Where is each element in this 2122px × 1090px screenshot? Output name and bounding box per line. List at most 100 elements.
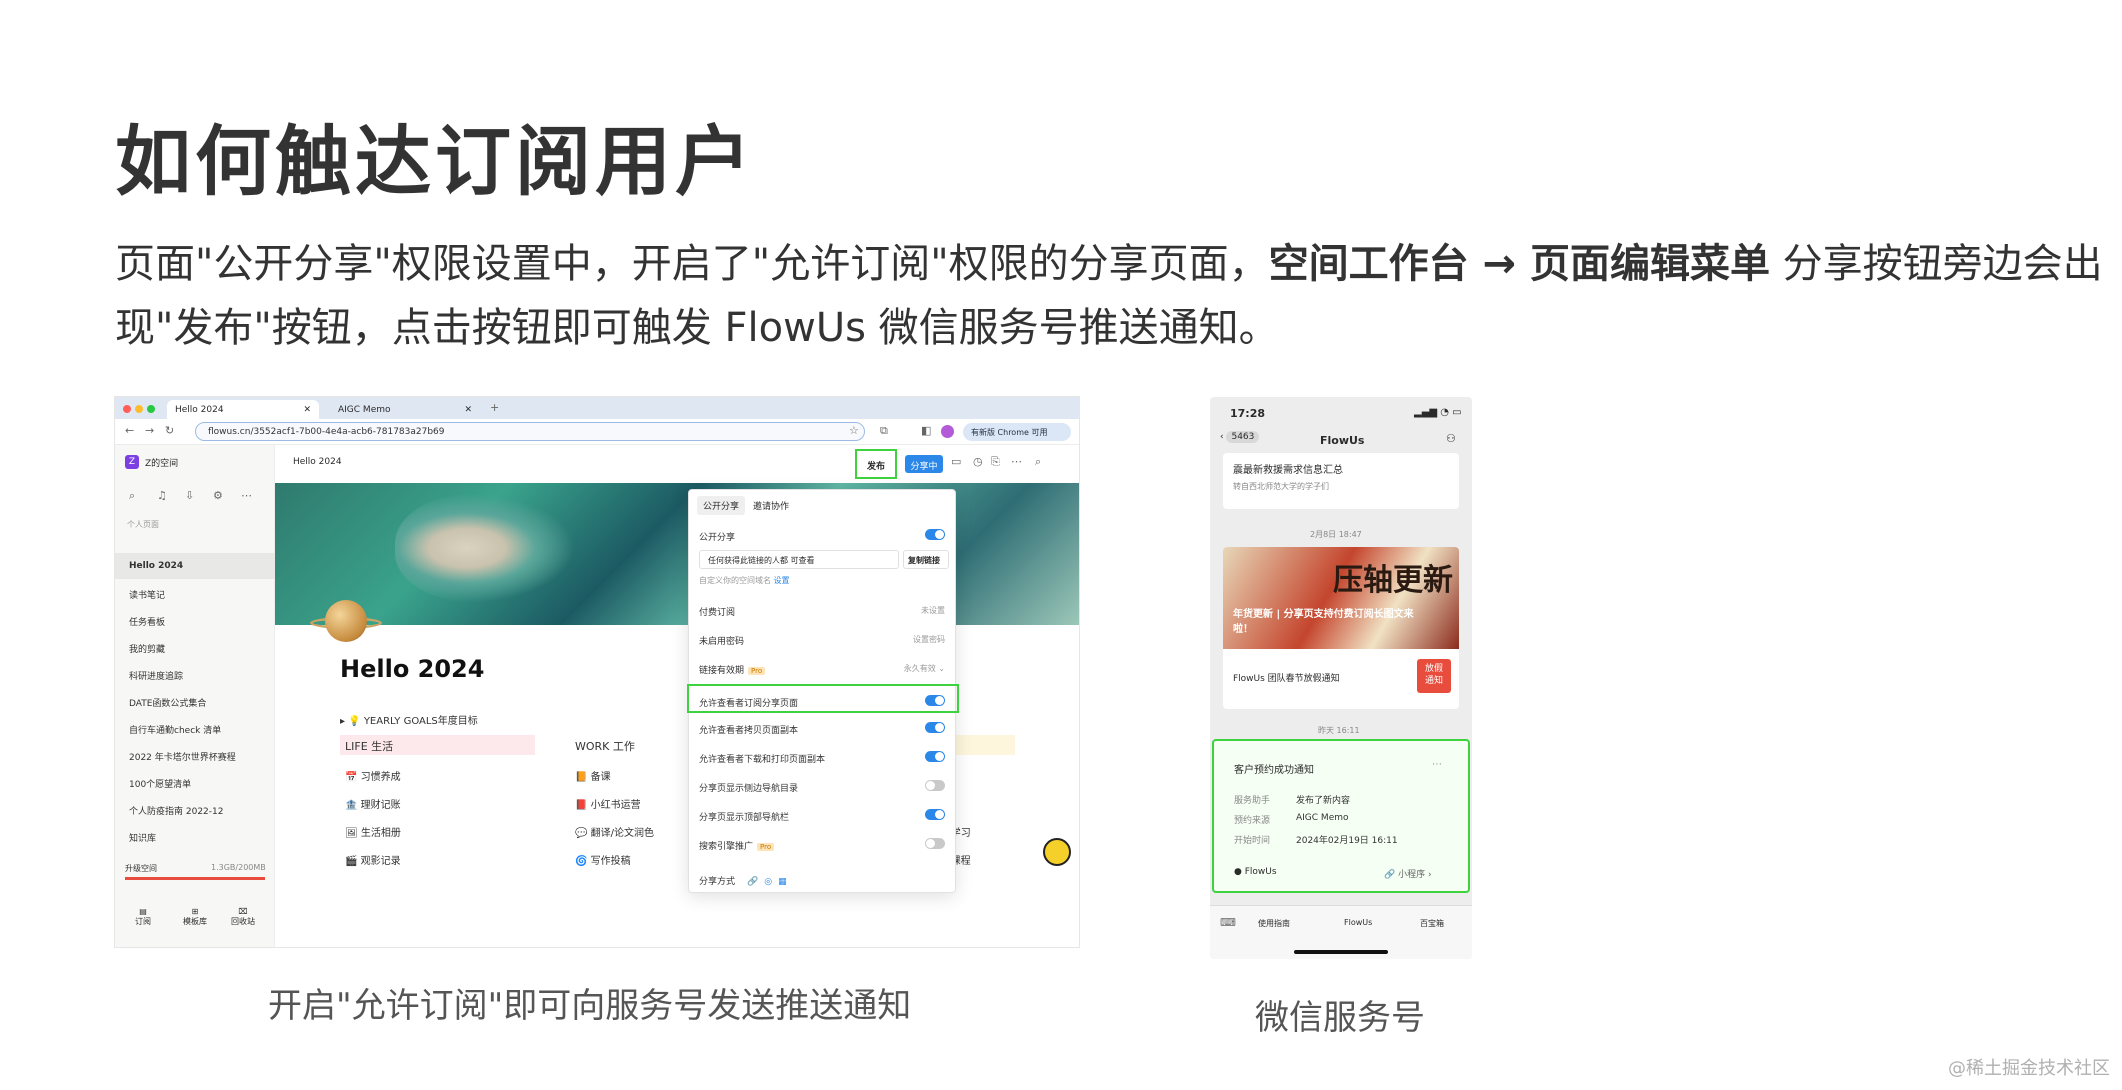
more-icon[interactable]: ⋯	[241, 489, 252, 502]
comment-icon[interactable]: ▭	[951, 455, 961, 468]
template-nav[interactable]: ⊞ 模板库	[183, 907, 207, 927]
tab-aigc[interactable]: AIGC Memo ✕	[330, 400, 480, 419]
search-icon[interactable]: ⌕	[129, 489, 135, 503]
popup-setting-row[interactable]: 付费订阅 未设置	[689, 595, 957, 624]
article-card[interactable]: 震最新救援需求信息汇总 转自西北师范大学的学子们	[1223, 453, 1459, 509]
sidebar-item[interactable]: 知识库	[115, 823, 275, 849]
workspace-name[interactable]: Z的空间	[145, 456, 178, 469]
reload-icon[interactable]: ↻	[165, 424, 174, 437]
popup-toggle-row[interactable]: 搜索引擎推广 Pro	[689, 829, 957, 858]
sidebar-item[interactable]: Hello 2024	[115, 553, 275, 579]
list-item[interactable]: 🎬 观影记录	[345, 852, 401, 867]
sidebar-item[interactable]: 2022 年卡塔尔世界杯赛程	[115, 742, 275, 768]
forward-icon[interactable]: →	[145, 424, 154, 437]
extensions-icon[interactable]: ⧉	[880, 424, 888, 438]
chrome-update-button[interactable]: 有新版 Chrome 可用	[963, 423, 1071, 441]
list-item[interactable]: 📅 习惯养成	[345, 768, 401, 783]
toggle-switch[interactable]	[925, 838, 945, 849]
star-icon[interactable]: ☆	[849, 424, 859, 437]
close-icon[interactable]: ✕	[464, 405, 472, 415]
sidebar-item[interactable]: DATE函数公式集合	[115, 688, 275, 714]
close-icon[interactable]: ✕	[303, 405, 311, 415]
list-item[interactable]: 💬 翻译/论文润色	[575, 824, 654, 839]
tab-label: AIGC Memo	[338, 405, 391, 415]
sidebar-item[interactable]: 科研进度追踪	[115, 661, 275, 687]
bookmark-icon[interactable]: ⎘	[991, 455, 1000, 469]
page-title[interactable]: Hello 2024	[340, 655, 484, 683]
popup-setting-row[interactable]: 未启用密码 设置密码	[689, 624, 957, 653]
qrcode-icon[interactable]: ▦	[778, 877, 787, 887]
popup-toggle-row[interactable]: 允许查看者订阅分享页面	[687, 684, 959, 713]
popup-setting-row[interactable]: 链接有效期 Pro 永久有效 ⌄	[689, 653, 957, 682]
custom-domain-link[interactable]: 设置	[774, 576, 790, 585]
planet-icon[interactable]	[325, 600, 367, 642]
publish-button[interactable]: 发布	[855, 449, 897, 479]
keyboard-icon[interactable]: ⌨	[1220, 916, 1236, 929]
breadcrumb[interactable]: Hello 2024	[293, 457, 342, 467]
popup-toggle-row[interactable]: 分享页显示侧边导航目录	[689, 771, 957, 800]
back-icon[interactable]: ←	[125, 424, 134, 437]
minimize-dot-icon[interactable]	[135, 405, 143, 413]
sidepanel-icon[interactable]: ◧	[921, 424, 931, 437]
new-tab-icon[interactable]: +	[490, 401, 499, 414]
maximize-dot-icon[interactable]	[147, 405, 155, 413]
toggle-switch[interactable]	[925, 722, 945, 733]
access-select[interactable]: 任何获得此链接的人都 可查看	[699, 550, 899, 569]
more-icon[interactable]: ⋯	[1432, 759, 1442, 770]
tab-invite[interactable]: 邀请协作	[753, 499, 789, 512]
popup-toggle-row[interactable]: 允许查看者拷贝页面副本	[689, 713, 957, 742]
web-icon[interactable]: ◎	[764, 877, 772, 887]
list-item[interactable]: 🏦 理财记账	[345, 796, 401, 811]
close-dot-icon[interactable]	[123, 405, 131, 413]
toggle-switch[interactable]	[925, 695, 945, 706]
address-input[interactable]: flowus.cn/3552acf1-7b00-4e4a-acb6-781783…	[195, 422, 865, 441]
link-icon[interactable]: 🔗	[747, 877, 758, 887]
tab-hello[interactable]: Hello 2024 ✕	[167, 400, 319, 419]
toggle-yearly[interactable]: ▸ 💡 YEARLY GOALS年度目标	[340, 712, 478, 727]
miniapp-link[interactable]: 🔗 小程序 ›	[1384, 867, 1432, 880]
gear-icon[interactable]: ⚙	[213, 489, 223, 502]
banner-big-text: 压轴更新	[1333, 563, 1453, 598]
notice-key: 预约来源	[1234, 816, 1271, 826]
menu-item[interactable]: 使用指南	[1258, 918, 1290, 929]
list-item[interactable]: 📙 备课	[575, 768, 611, 783]
public-share-toggle[interactable]	[925, 529, 945, 540]
article-card-banner[interactable]: 压轴更新 年货更新 | 分享页支持付费订阅长图文来啦！ FlowUs 团队春节放…	[1223, 547, 1459, 709]
list-item[interactable]: 🌀 写作投稿	[575, 852, 631, 867]
trash-nav[interactable]: ⌧ 回收站	[231, 907, 255, 927]
history-icon[interactable]: ◷	[973, 455, 983, 468]
sharing-button[interactable]: 分享中	[905, 455, 943, 473]
popup-toggle-row[interactable]: 分享页显示顶部导航栏	[689, 800, 957, 829]
subscribe-nav[interactable]: ▤ 订阅	[135, 907, 151, 927]
storage-label[interactable]: 升级空间	[125, 863, 157, 874]
back-button[interactable]: ‹ 5463	[1220, 431, 1260, 443]
sidebar-item[interactable]: 我的剪藏	[115, 634, 275, 660]
avatar[interactable]	[941, 425, 954, 438]
import-icon[interactable]: ⇩	[185, 489, 194, 502]
timestamp: 昨天 16:11	[1318, 726, 1360, 735]
menu-item[interactable]: FlowUs	[1344, 918, 1372, 927]
tab-label: Hello 2024	[175, 405, 224, 415]
toggle-switch[interactable]	[925, 780, 945, 791]
toggle-switch[interactable]	[925, 751, 945, 762]
list-item[interactable]: 📕 小红书运营	[575, 796, 641, 811]
menu-item[interactable]: 百宝箱	[1420, 918, 1444, 929]
sidebar-item[interactable]: 个人防疫指南 2022-12	[115, 796, 275, 822]
more-icon[interactable]: ⋯	[1011, 455, 1022, 468]
sidebar-item[interactable]: 100个愿望清单	[115, 769, 275, 795]
copy-link-button[interactable]: 复制链接	[903, 550, 949, 569]
sidebar-item[interactable]: 任务看板	[115, 607, 275, 633]
popup-toggle-row[interactable]: 允许查看者下载和打印页面副本	[689, 742, 957, 771]
toggle-switch[interactable]	[925, 809, 945, 820]
profile-icon[interactable]: ⚇	[1446, 432, 1456, 445]
tab-public-share[interactable]: 公开分享	[697, 496, 746, 515]
cover-image[interactable]	[275, 483, 1079, 625]
subscribe-notice-card[interactable]: 客户预约成功通知 ⋯ 服务助手 发布了新内容 预约来源 AIGC Memo 开始时间 20…	[1212, 739, 1470, 893]
assistant-icon[interactable]	[1043, 838, 1071, 866]
bell-icon[interactable]: ♫	[157, 489, 167, 502]
search-icon[interactable]: ⌕	[1035, 455, 1041, 469]
status-icons: ▂▄▆ ◔ ▭	[1414, 407, 1462, 418]
list-item[interactable]: 🖼 生活相册	[345, 824, 401, 839]
sidebar-item[interactable]: 读书笔记	[115, 580, 275, 606]
sidebar-item[interactable]: 自行车通勤check 清单	[115, 715, 275, 741]
